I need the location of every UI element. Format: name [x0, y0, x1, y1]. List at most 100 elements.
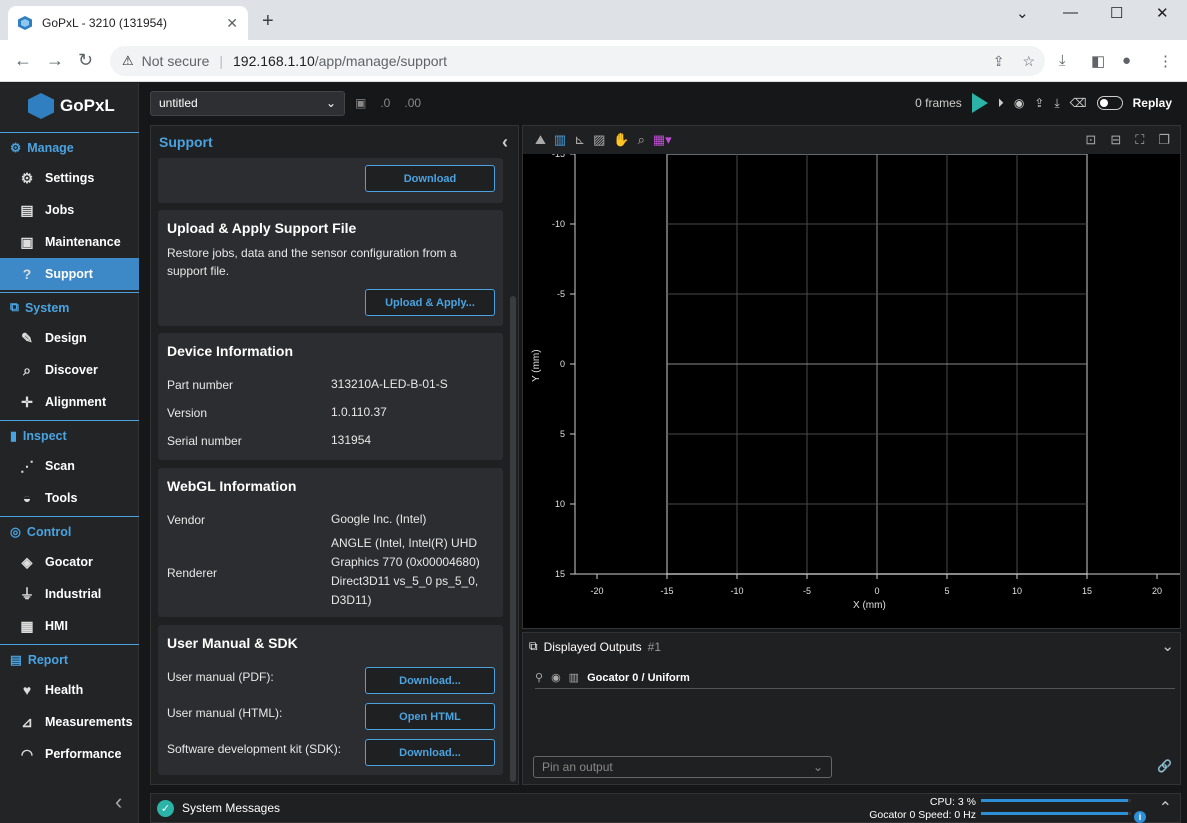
manual-html-open-button[interactable]: Open HTML	[365, 703, 495, 730]
system-messages[interactable]: System Messages	[182, 801, 280, 815]
chevron-down-icon[interactable]: ⌄	[1161, 637, 1174, 655]
webgl-info-card: WebGL Information Vendor Google Inc. (In…	[158, 468, 503, 617]
gopxl-favicon-icon	[18, 16, 32, 30]
chart-view-icon[interactable]: ⊾	[574, 132, 585, 148]
sidebar-item-performance[interactable]: ◠ Performance	[0, 738, 139, 770]
close-window-icon[interactable]: ✕	[1156, 4, 1169, 22]
reload-icon[interactable]: ↻	[78, 50, 93, 71]
profile-icon[interactable]: ●	[1122, 52, 1131, 69]
webgl-info-title: WebGL Information	[167, 478, 297, 494]
pin-icon[interactable]: ⚲	[535, 671, 543, 684]
scan-icon: ⋰	[20, 457, 34, 474]
fit-width-icon[interactable]: ⊟	[1110, 132, 1121, 148]
pan-hand-icon[interactable]: ✋	[613, 132, 629, 148]
fit-view-icon[interactable]: ⊡	[1085, 132, 1096, 148]
group-head-manage[interactable]: ⚙ Manage	[0, 132, 139, 162]
side-panel-icon[interactable]: ◧	[1091, 52, 1105, 70]
maximize-icon[interactable]: ☐	[1110, 4, 1123, 22]
output-row[interactable]: ⚲ ◉ ▥ Gocator 0 / Uniform	[535, 667, 1175, 689]
measure-icon: ⊿	[21, 713, 33, 730]
sidebar-item-label: Performance	[45, 747, 122, 761]
logo: GoPxL	[28, 93, 115, 119]
save-icon[interactable]: ▣	[355, 96, 366, 110]
url-host: 192.168.1.10	[233, 53, 315, 69]
x-tick-label: 0	[874, 586, 879, 596]
step-icon[interactable]: ⏵	[998, 96, 1004, 111]
support-download-button[interactable]: Download	[365, 165, 495, 192]
sidebar-item-discover[interactable]: ⌕ Discover	[0, 354, 139, 386]
serial-number-label: Serial number	[167, 434, 242, 448]
replay-toggle[interactable]	[1096, 96, 1123, 110]
bookmark-star-icon[interactable]: ☆	[1022, 53, 1035, 70]
layers-icon[interactable]: ❐	[1158, 132, 1170, 148]
sidebar-item-health[interactable]: ♥ Health	[0, 674, 139, 706]
3d-view-icon[interactable]: ⛰	[535, 132, 546, 148]
url-field[interactable]: ⚠ Not secure | 192.168.1.10 /app/manage/…	[110, 46, 1045, 76]
group-head-inspect[interactable]: ▮ Inspect	[0, 420, 139, 450]
eye-icon[interactable]: ◉	[551, 671, 561, 684]
download-icon[interactable]: ⤓	[1059, 52, 1066, 69]
profile-view-icon[interactable]: ▥	[554, 132, 566, 148]
upload-card: Upload & Apply Support File Restore jobs…	[158, 210, 503, 326]
sidebar-item-scan[interactable]: ⋰ Scan	[0, 450, 139, 482]
sidebar-item-label: Jobs	[45, 203, 75, 217]
record-icon[interactable]: ◉	[1014, 96, 1024, 110]
group-head-system[interactable]: ⧉ System	[0, 292, 139, 322]
tab-search-icon[interactable]: ⌄	[1016, 4, 1029, 22]
clear-data-icon[interactable]: .00	[404, 96, 421, 110]
part-number-label: Part number	[167, 378, 234, 392]
sidebar-item-gocator[interactable]: ◈ Gocator	[0, 546, 139, 578]
sidebar-item-design[interactable]: ✎ Design	[0, 322, 139, 354]
group-label: Inspect	[22, 428, 67, 443]
sidebar-item-hmi[interactable]: ▦ HMI	[0, 610, 139, 642]
x-tick-label: -5	[803, 586, 811, 596]
play-icon[interactable]	[971, 93, 988, 113]
sidebar-item-jobs[interactable]: ▤ Jobs	[0, 194, 139, 226]
color-map-icon[interactable]: ▦▾	[653, 132, 672, 148]
sidebar-item-settings[interactable]: ⚙ Settings	[0, 162, 139, 194]
status-bar: ✓ System Messages CPU: 3 % Gocator 0 Spe…	[150, 793, 1181, 823]
new-tab-button[interactable]: +	[262, 10, 274, 33]
sidebar-item-label: Design	[45, 331, 87, 345]
browser-titlebar: GoPxL - 3210 (131954) ✕ + ⌄ — ☐ ✕	[0, 0, 1187, 40]
chevron-down-icon: ⌄	[812, 760, 823, 774]
job-name: untitled	[159, 96, 198, 110]
share-icon[interactable]: ⇪	[993, 53, 1005, 70]
url-separator: |	[219, 53, 223, 69]
info-icon[interactable]: i	[1134, 811, 1146, 823]
collapse-sidebar-icon[interactable]: ‹	[115, 789, 122, 815]
job-select[interactable]: untitled ⌄	[150, 90, 345, 116]
image-view-icon[interactable]: ▨	[593, 132, 605, 148]
renderer-label: Renderer	[167, 566, 218, 580]
sidebar-item-support[interactable]: ? Support	[0, 258, 139, 290]
browser-tab[interactable]: GoPxL - 3210 (131954) ✕	[8, 6, 248, 40]
sidebar-item-tools[interactable]: ◒ Tools	[0, 482, 139, 514]
sidebar-item-alignment[interactable]: ✛ Alignment	[0, 386, 139, 418]
upload-icon[interactable]: ⇪	[1034, 96, 1044, 110]
panel-scrollbar[interactable]	[510, 296, 516, 782]
forward-icon[interactable]: →	[46, 50, 64, 71]
profile-plot[interactable]: -15 -10 -5 0 5 10 15 -20 -15 -10 -5 0 5 10 15 20 X (mm) Y…	[523, 154, 1180, 628]
sdk-download-button[interactable]: Download...	[365, 739, 495, 766]
back-icon[interactable]: ←	[14, 50, 32, 71]
minimize-icon[interactable]: —	[1063, 4, 1078, 21]
chevron-left-icon[interactable]: ‹	[502, 132, 508, 153]
plug-icon: ⏚	[20, 586, 34, 602]
group-head-control[interactable]: ◎ Control	[0, 516, 139, 546]
link-icon[interactable]: 🔗	[1157, 759, 1172, 773]
sidebar-item-industrial[interactable]: ⏚ Industrial	[0, 578, 139, 610]
upload-apply-button[interactable]: Upload & Apply...	[365, 289, 495, 316]
load-recording-icon[interactable]: .0	[380, 96, 390, 110]
close-tab-icon[interactable]: ✕	[226, 15, 238, 32]
pin-output-select[interactable]: Pin an output ⌄	[533, 756, 832, 778]
download-data-icon[interactable]: ⤓	[1054, 96, 1059, 111]
chevron-up-icon[interactable]: ⌃	[1159, 798, 1172, 818]
manual-pdf-download-button[interactable]: Download...	[365, 667, 495, 694]
sidebar-item-maintenance[interactable]: ▣ Maintenance	[0, 226, 139, 258]
fullscreen-icon[interactable]: ⛶	[1135, 132, 1144, 148]
menu-icon[interactable]: ⋮	[1158, 52, 1173, 70]
zoom-icon[interactable]: ⌕	[638, 132, 645, 148]
sidebar-item-measurements[interactable]: ⊿ Measurements	[0, 706, 139, 738]
group-head-report[interactable]: ▤ Report	[0, 644, 139, 674]
eraser-icon[interactable]: ⌫	[1070, 96, 1087, 110]
